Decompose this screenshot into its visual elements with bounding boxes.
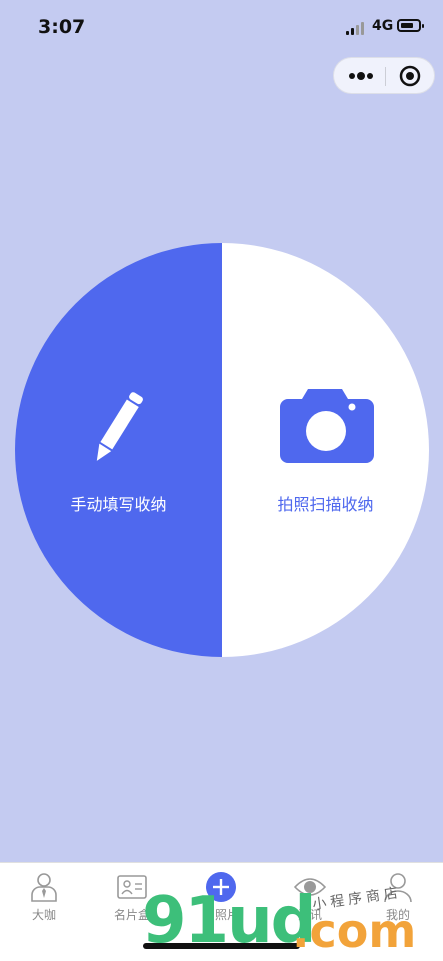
tab-card-box[interactable]: 名片盒 <box>88 863 176 943</box>
tab-news[interactable]: 资讯 <box>266 863 354 943</box>
tab-daka[interactable]: 大咖 <box>0 863 88 943</box>
tab-mine[interactable]: 我的 <box>354 863 442 943</box>
tab-label: 大咖 <box>31 908 56 922</box>
tab-label: 拍照片 <box>202 908 239 922</box>
plus-circle-icon <box>206 872 236 902</box>
network-type: 4G <box>372 18 394 34</box>
tab-take-photo[interactable]: 拍照片 <box>177 863 265 943</box>
pencil-icon <box>96 392 143 461</box>
home-indicator <box>143 943 300 949</box>
capsule-divider <box>385 67 386 86</box>
manual-collect-button[interactable]: 手动填写收纳 <box>15 243 222 657</box>
collect-options-circle: 手动填写收纳 拍照扫描收纳 <box>15 243 429 657</box>
status-bar: 3:07 4G <box>0 0 443 54</box>
card-box-icon <box>117 875 147 899</box>
manual-collect-label: 手动填写收纳 <box>70 495 167 514</box>
scan-collect-button[interactable]: 拍照扫描收纳 <box>222 243 429 657</box>
tab-label: 资讯 <box>297 908 322 922</box>
user-icon <box>384 873 412 903</box>
status-time: 3:07 <box>38 16 86 38</box>
eye-icon <box>294 878 326 896</box>
miniprogram-capsule <box>333 57 435 94</box>
signal-icon <box>346 21 368 35</box>
target-close-icon[interactable] <box>399 65 421 87</box>
camera-icon <box>280 389 374 463</box>
person-tie-icon <box>31 873 57 902</box>
tab-label: 我的 <box>385 908 410 922</box>
battery-icon <box>397 19 424 32</box>
scan-collect-label: 拍照扫描收纳 <box>277 495 374 514</box>
tab-label: 名片盒 <box>113 908 150 922</box>
more-dots-icon[interactable] <box>348 70 374 82</box>
